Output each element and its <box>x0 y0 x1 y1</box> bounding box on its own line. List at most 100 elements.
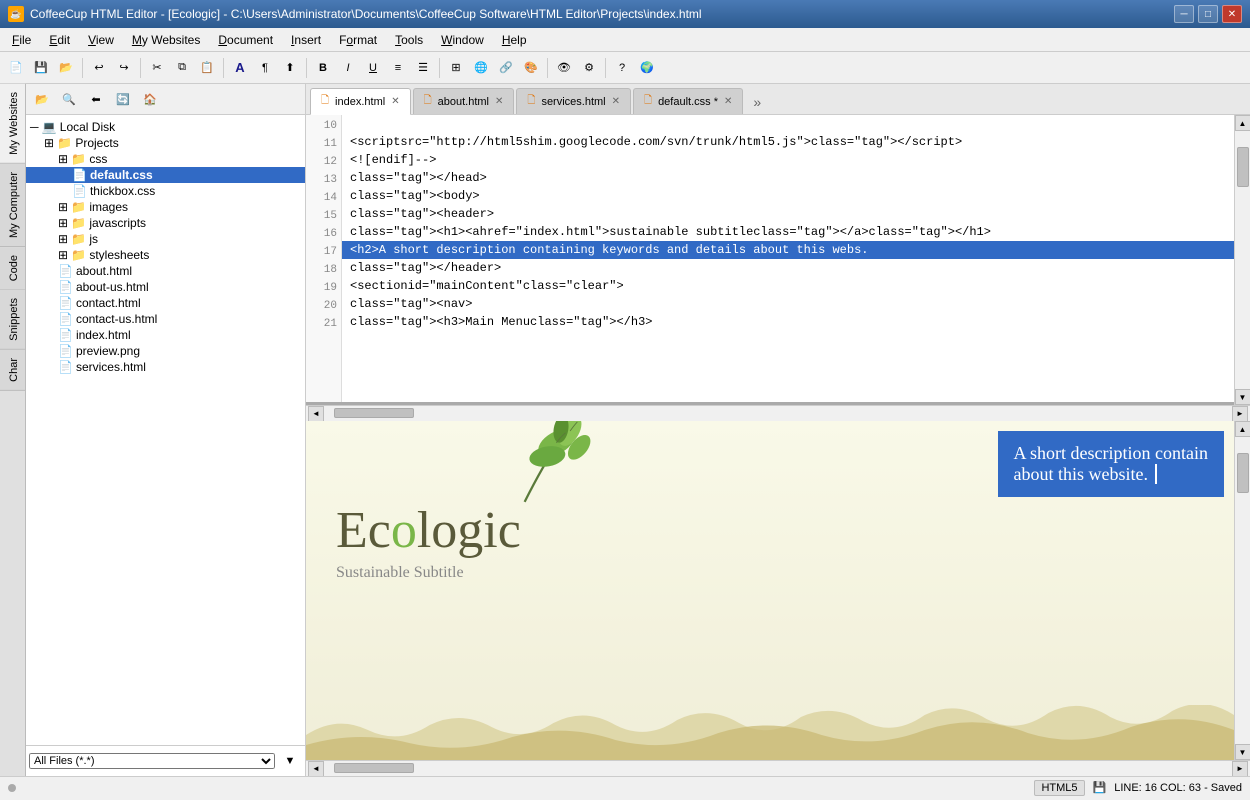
link-button[interactable]: 🔗 <box>494 56 518 80</box>
code-content[interactable]: <script src="http://html5shim.googlecode… <box>342 115 1234 402</box>
tab-index-html[interactable]: 🗋 index.html ✕ <box>310 88 411 115</box>
tab-about-html[interactable]: 🗋 about.html ✕ <box>413 88 515 114</box>
preview-scroll-left[interactable]: ◄ <box>308 761 324 777</box>
preview-scroll-thumb[interactable] <box>1237 453 1249 493</box>
code-editor-hscrollbar[interactable]: ◄ ► <box>306 405 1250 421</box>
paste-button[interactable]: 📋 <box>195 56 219 80</box>
tab-close-4[interactable]: ✕ <box>724 96 732 107</box>
settings-button[interactable]: ⚙ <box>577 56 601 80</box>
file-type-select[interactable]: All Files (*.*) <box>29 753 275 769</box>
filter-dropdown-button[interactable]: ▼ <box>278 749 302 773</box>
code-line-20: class="tag"><nav> <box>342 295 1234 313</box>
tab-icon-2: 🗋 <box>424 93 432 110</box>
menu-format[interactable]: Format <box>331 31 385 49</box>
tree-item-preview-png[interactable]: 📄 preview.png <box>26 343 305 359</box>
status-right: HTML5 💾 LINE: 16 COL: 63 - Saved <box>1034 780 1242 796</box>
maximize-button[interactable]: □ <box>1198 5 1218 23</box>
color-button[interactable]: 🎨 <box>519 56 543 80</box>
tree-item-about-html[interactable]: 📄 about.html <box>26 263 305 279</box>
menu-window[interactable]: Window <box>433 31 492 49</box>
side-label-code[interactable]: Code <box>0 247 25 290</box>
tree-item-projects[interactable]: ⊞ 📁 Projects <box>26 135 305 151</box>
cut-button[interactable]: ✂ <box>145 56 169 80</box>
fp-home-button[interactable]: 🏠 <box>138 87 162 111</box>
fp-nav-button[interactable]: ⬅ <box>84 87 108 111</box>
tree-item-js[interactable]: ⊞ 📁 js <box>26 231 305 247</box>
tree-item-local-disk[interactable]: ─ 💻 Local Disk <box>26 119 305 135</box>
open-button[interactable]: 📂 <box>54 56 78 80</box>
fp-search-button[interactable]: 🔍 <box>57 87 81 111</box>
preview-scrollbar[interactable]: ▲ ▼ <box>1234 421 1250 760</box>
redo-button[interactable]: ↪ <box>112 56 136 80</box>
menu-tools[interactable]: Tools <box>387 31 431 49</box>
fp-folder-button[interactable]: 📂 <box>30 87 54 111</box>
close-button[interactable]: ✕ <box>1222 5 1242 23</box>
font-button[interactable]: A <box>228 56 252 80</box>
browser-button[interactable]: 🌍 <box>635 56 659 80</box>
globe-button[interactable]: 🌐 <box>469 56 493 80</box>
table-button[interactable]: ⊞ <box>444 56 468 80</box>
separator-5 <box>439 58 440 78</box>
side-label-my-websites[interactable]: My Websites <box>0 84 25 164</box>
tree-label-images: images <box>89 200 128 214</box>
tree-item-contact-html[interactable]: 📄 contact.html <box>26 295 305 311</box>
tree-label-javascripts: javascripts <box>89 216 146 230</box>
code-editor[interactable]: 101112131415161718192021 <script src="ht… <box>306 115 1234 405</box>
tree-item-default-css[interactable]: 📄 default.css <box>26 167 305 183</box>
tree-item-stylesheets[interactable]: ⊞ 📁 stylesheets <box>26 247 305 263</box>
menu-file[interactable]: File <box>4 31 39 49</box>
preview-scroll-down[interactable]: ▼ <box>1235 744 1250 760</box>
bold-button[interactable]: B <box>311 56 335 80</box>
minimize-button[interactable]: ─ <box>1174 5 1194 23</box>
preview-hscroll-thumb[interactable] <box>334 763 414 773</box>
tree-item-contact-us-html[interactable]: 📄 contact-us.html <box>26 311 305 327</box>
side-label-char[interactable]: Char <box>0 350 25 391</box>
tree-item-about-us-html[interactable]: 📄 about-us.html <box>26 279 305 295</box>
preview-hscrollbar[interactable]: ◄ ► <box>306 760 1250 776</box>
tree-item-index-html[interactable]: 📄 index.html <box>26 327 305 343</box>
preview-scroll-up[interactable]: ▲ <box>1235 421 1250 437</box>
help-tb-button[interactable]: ? <box>610 56 634 80</box>
hscroll-thumb[interactable] <box>334 408 414 418</box>
side-label-snippets[interactable]: Snippets <box>0 290 25 350</box>
tab-close-1[interactable]: ✕ <box>391 96 399 107</box>
side-label-my-computer[interactable]: My Computer <box>0 164 25 247</box>
italic-button[interactable]: I <box>336 56 360 80</box>
scroll-thumb[interactable] <box>1237 147 1249 187</box>
tree-item-css[interactable]: ⊞ 📁 css <box>26 151 305 167</box>
list-button[interactable]: ☰ <box>411 56 435 80</box>
scroll-right-arrow[interactable]: ► <box>1232 406 1248 422</box>
upload-button[interactable]: ⬆ <box>278 56 302 80</box>
tab-services-html[interactable]: 🗋 services.html ✕ <box>516 88 631 114</box>
fp-refresh-button[interactable]: 🔄 <box>111 87 135 111</box>
tree-item-thickbox-css[interactable]: 📄 thickbox.css <box>26 183 305 199</box>
menu-document[interactable]: Document <box>210 31 281 49</box>
copy-button[interactable]: ⧉ <box>170 56 194 80</box>
code-line-13: class="tag"></head> <box>342 169 1234 187</box>
underline-button[interactable]: U <box>361 56 385 80</box>
main-layout: My Websites My Computer Code Snippets Ch… <box>0 84 1250 776</box>
paragraph-button[interactable]: ¶ <box>253 56 277 80</box>
tab-close-2[interactable]: ✕ <box>495 96 503 107</box>
menu-my-websites[interactable]: My Websites <box>124 31 208 49</box>
menu-view[interactable]: View <box>80 31 122 49</box>
menu-insert[interactable]: Insert <box>283 31 329 49</box>
tab-default-css[interactable]: 🗋 default.css * ✕ <box>633 88 743 114</box>
tab-add-button[interactable]: » <box>745 90 769 114</box>
scroll-up-arrow[interactable]: ▲ <box>1235 115 1250 131</box>
save-button[interactable]: 💾 <box>29 56 53 80</box>
tree-item-javascripts[interactable]: ⊞ 📁 javascripts <box>26 215 305 231</box>
preview-scroll-right[interactable]: ► <box>1232 761 1248 777</box>
align-button[interactable]: ≡ <box>386 56 410 80</box>
new-button[interactable]: 📄 <box>4 56 28 80</box>
scroll-down-arrow[interactable]: ▼ <box>1235 389 1250 405</box>
undo-button[interactable]: ↩ <box>87 56 111 80</box>
menu-help[interactable]: Help <box>494 31 535 49</box>
preview-button[interactable]: 👁 <box>552 56 576 80</box>
tree-item-images[interactable]: ⊞ 📁 images <box>26 199 305 215</box>
menu-edit[interactable]: Edit <box>41 31 78 49</box>
tree-item-services-html[interactable]: 📄 services.html <box>26 359 305 375</box>
scroll-left-arrow[interactable]: ◄ <box>308 406 324 422</box>
code-editor-scrollbar[interactable]: ▲ ▼ <box>1234 115 1250 405</box>
tab-close-3[interactable]: ✕ <box>612 96 620 107</box>
